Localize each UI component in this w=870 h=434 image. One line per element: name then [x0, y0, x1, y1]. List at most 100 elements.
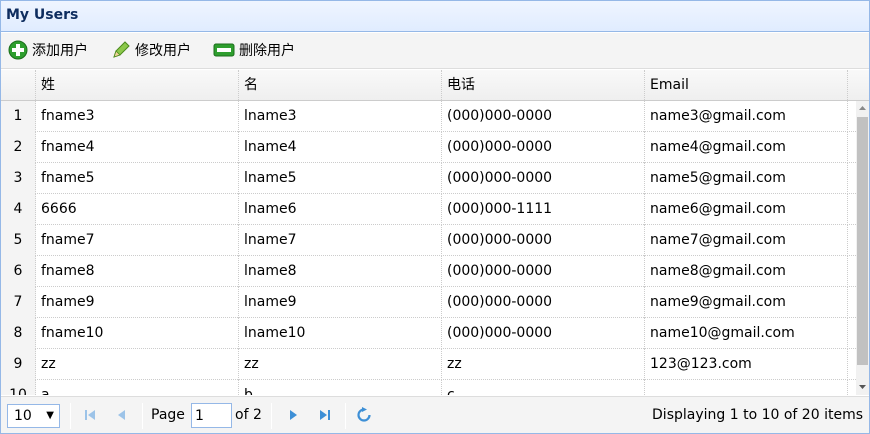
cell-phone: (000)000-0000	[442, 225, 645, 256]
pagination-bar: 10 ▼ Page of 2 Displaying 1 to 10 of 20 …	[1, 396, 869, 433]
cell-email: name9@gmail.com	[645, 287, 848, 318]
page-number-input[interactable]	[191, 403, 232, 428]
cell-phone: (000)000-0000	[442, 256, 645, 287]
cell-lastname: fname3	[36, 101, 239, 132]
scrollbar-thumb[interactable]	[857, 117, 868, 365]
page-size-value: 10	[14, 408, 32, 424]
plus-circle-icon	[8, 40, 28, 60]
table-row[interactable]: 10 a b c	[1, 380, 856, 395]
cell-lastname: a	[36, 380, 239, 395]
next-page-icon[interactable]	[285, 407, 301, 423]
vertical-scrollbar[interactable]	[856, 101, 869, 395]
cell-lastname: fname10	[36, 318, 239, 349]
cell-lastname: zz	[36, 349, 239, 380]
rownumber-header	[1, 70, 36, 100]
cell-firstname: lname4	[239, 132, 442, 163]
page-size-select[interactable]: 10 ▼	[7, 404, 60, 428]
cell-phone: c	[442, 380, 645, 395]
delete-user-label: 删除用户	[239, 43, 295, 59]
row-number: 7	[1, 287, 36, 318]
row-number: 6	[1, 256, 36, 287]
cell-lastname: fname9	[36, 287, 239, 318]
table-row[interactable]: 9 zz zz zz 123@123.com	[1, 349, 856, 380]
refresh-icon[interactable]	[356, 407, 372, 423]
add-user-button[interactable]: 添加用户	[8, 39, 88, 61]
users-datagrid: 姓 名 电话 Email 1 fname3 lname3 (000)000-0000 n…	[1, 70, 869, 395]
toolbar: 添加用户 修改用户 删除用户	[1, 33, 869, 69]
cell-firstname: lname8	[239, 256, 442, 287]
cell-email: name6@gmail.com	[645, 194, 848, 225]
last-page-icon[interactable]	[317, 407, 333, 423]
cell-firstname: lname3	[239, 101, 442, 132]
row-number: 3	[1, 163, 36, 194]
cell-lastname: 6666	[36, 194, 239, 225]
cell-firstname: lname10	[239, 318, 442, 349]
table-row[interactable]: 2 fname4 lname4 (000)000-0000 name4@gmail.co…	[1, 132, 856, 163]
cell-firstname: lname6	[239, 194, 442, 225]
prev-page-icon[interactable]	[114, 407, 130, 423]
delete-user-button[interactable]: 删除用户	[213, 39, 295, 61]
table-row[interactable]: 8 fname10 lname10 (000)000-0000 name10@gmail…	[1, 318, 856, 349]
cell-lastname: fname4	[36, 132, 239, 163]
cell-lastname: fname8	[36, 256, 239, 287]
table-row[interactable]: 4 6666 lname6 (000)000-1111 name6@gmail.com	[1, 194, 856, 225]
cell-email: name7@gmail.com	[645, 225, 848, 256]
cell-email: name10@gmail.com	[645, 318, 848, 349]
panel-title: My Users	[6, 7, 79, 23]
minus-rect-icon	[213, 43, 235, 57]
cell-email: name5@gmail.com	[645, 163, 848, 194]
first-page-icon[interactable]	[82, 407, 98, 423]
column-header-phone[interactable]: 电话	[442, 70, 645, 100]
table-row[interactable]: 3 fname5 lname5 (000)000-0000 name5@gmail.co…	[1, 163, 856, 194]
edit-user-button[interactable]: 修改用户	[111, 39, 191, 61]
page-count-label: of 2	[235, 407, 262, 423]
cell-firstname: lname7	[239, 225, 442, 256]
cell-phone: (000)000-0000	[442, 132, 645, 163]
row-number: 9	[1, 349, 36, 380]
cell-phone: (000)000-0000	[442, 287, 645, 318]
cell-firstname: zz	[239, 349, 442, 380]
pager-separator	[142, 403, 143, 429]
panel-header: My Users	[1, 1, 869, 32]
add-user-label: 添加用户	[32, 43, 88, 59]
cell-lastname: fname5	[36, 163, 239, 194]
column-header-lastname[interactable]: 姓	[36, 70, 239, 100]
edit-user-label: 修改用户	[135, 43, 191, 59]
row-number: 8	[1, 318, 36, 349]
cell-phone: (000)000-0000	[442, 101, 645, 132]
cell-firstname: b	[239, 380, 442, 395]
cell-firstname: lname5	[239, 163, 442, 194]
cell-phone: (000)000-0000	[442, 318, 645, 349]
row-number: 2	[1, 132, 36, 163]
table-row[interactable]: 5 fname7 lname7 (000)000-0000 name7@gmail.co…	[1, 225, 856, 256]
column-header-email[interactable]: Email	[645, 70, 848, 100]
scroll-up-icon[interactable]	[856, 101, 869, 115]
chevron-down-icon: ▼	[46, 410, 54, 421]
cell-email: name8@gmail.com	[645, 256, 848, 287]
row-number: 4	[1, 194, 36, 225]
pager-separator	[70, 403, 71, 429]
column-header-firstname[interactable]: 名	[239, 70, 442, 100]
table-row[interactable]: 7 fname9 lname9 (000)000-0000 name9@gmail.co…	[1, 287, 856, 318]
cell-email	[645, 380, 848, 395]
table-row[interactable]: 1 fname3 lname3 (000)000-0000 name3@gmail.co…	[1, 101, 856, 132]
cell-email: 123@123.com	[645, 349, 848, 380]
cell-email: name4@gmail.com	[645, 132, 848, 163]
page-label: Page	[151, 407, 185, 423]
row-number: 1	[1, 101, 36, 132]
cell-phone: zz	[442, 349, 645, 380]
users-panel: My Users 添加用户 修改用户 删除用户 姓 名 电话 Email 1 f…	[0, 0, 870, 434]
cell-phone: (000)000-1111	[442, 194, 645, 225]
cell-phone: (000)000-0000	[442, 163, 645, 194]
pagination-info: Displaying 1 to 10 of 20 items	[652, 407, 863, 423]
pager-separator	[345, 403, 346, 429]
row-number: 5	[1, 225, 36, 256]
grid-header: 姓 名 电话 Email	[1, 70, 869, 101]
table-row[interactable]: 6 fname8 lname8 (000)000-0000 name8@gmail.co…	[1, 256, 856, 287]
pencil-icon	[113, 41, 130, 58]
pager-separator	[271, 403, 272, 429]
row-number: 10	[1, 380, 36, 395]
cell-email: name3@gmail.com	[645, 101, 848, 132]
scroll-down-icon[interactable]	[856, 380, 869, 394]
grid-body: 1 fname3 lname3 (000)000-0000 name3@gmail.co…	[1, 101, 856, 395]
